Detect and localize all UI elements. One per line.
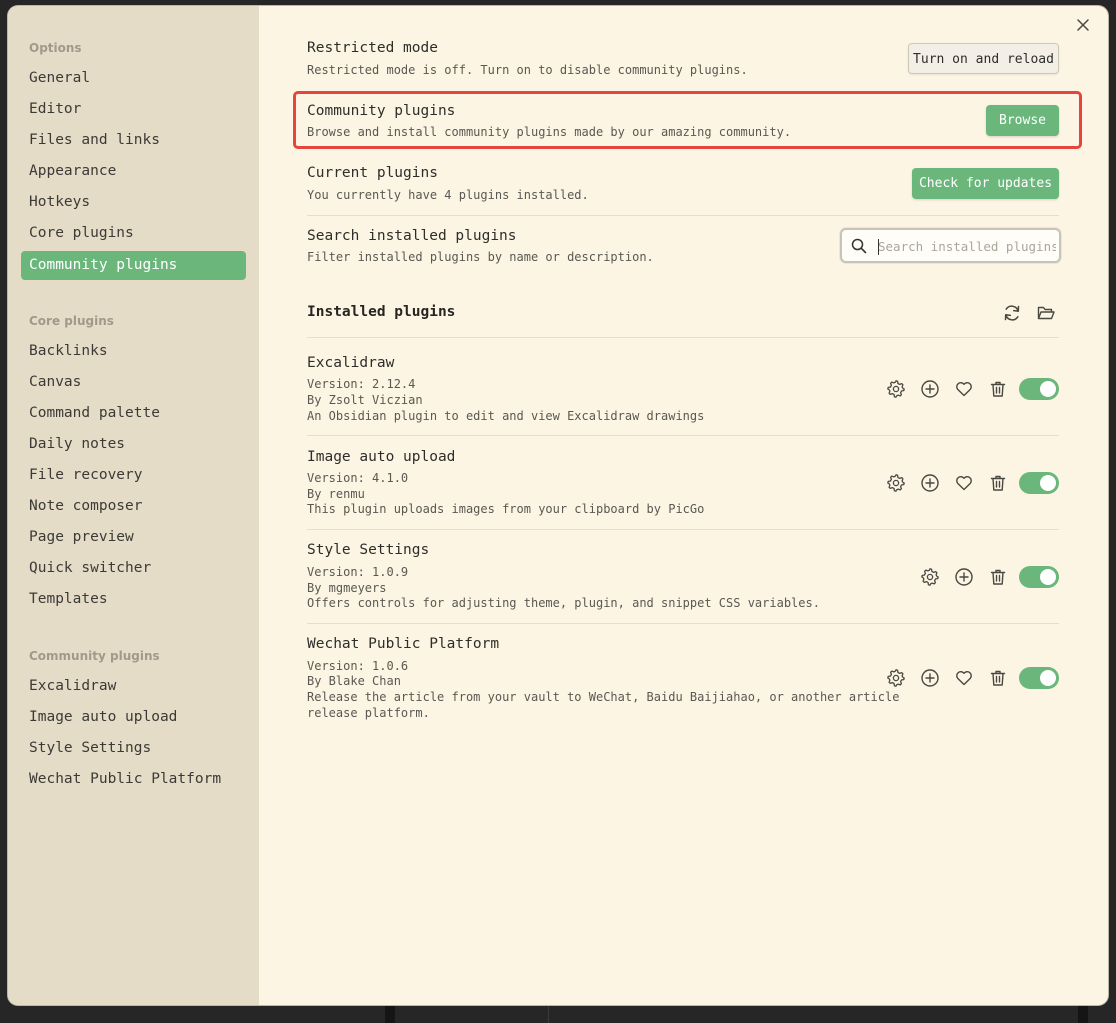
divider [307, 337, 1059, 338]
search-icon [851, 238, 867, 254]
sidebar-item-appearance[interactable]: Appearance [21, 157, 246, 186]
plugin-description: release platform. [307, 706, 430, 720]
plugin-enable-toggle[interactable] [1019, 472, 1059, 494]
sidebar-item-file-recovery[interactable]: File recovery [21, 461, 246, 490]
sidebar-item-quick-switcher[interactable]: Quick switcher [21, 554, 246, 583]
toggle-knob [1040, 569, 1056, 585]
plugin-version: Version: 1.0.9 [307, 565, 409, 579]
plugin-author: By Blake Chan [307, 674, 401, 688]
add-hotkey-icon[interactable] [920, 473, 940, 493]
reload-plugins-icon[interactable] [1002, 303, 1022, 323]
toggle-knob [1040, 475, 1056, 491]
trash-icon[interactable] [988, 379, 1008, 399]
sidebar-heading-options: Options [29, 41, 82, 55]
plugin-author: By mgmeyers [307, 581, 387, 595]
settings-sidebar: Options General Editor Files and links A… [8, 6, 259, 1005]
sidebar-item-general[interactable]: General [21, 64, 246, 93]
sidebar-item-core-plugins[interactable]: Core plugins [21, 219, 246, 248]
settings-gear-icon[interactable] [886, 379, 906, 399]
trash-icon[interactable] [988, 668, 1008, 688]
plugin-author: By renmu [307, 487, 365, 501]
sidebar-item-style-settings[interactable]: Style Settings [21, 734, 246, 763]
community-plugins-highlight [293, 91, 1082, 149]
search-box[interactable] [840, 228, 1061, 263]
settings-content: Restricted mode Restricted mode is off. … [259, 6, 1108, 1005]
settings-gear-icon[interactable] [886, 668, 906, 688]
plugin-description: Release the article from your vault to W… [307, 690, 900, 704]
sidebar-item-community-plugins[interactable]: Community plugins [21, 251, 246, 280]
sidebar-item-canvas[interactable]: Canvas [21, 368, 246, 397]
trash-icon[interactable] [988, 567, 1008, 587]
restricted-mode-desc: Restricted mode is off. Turn on to disab… [307, 63, 748, 77]
plugin-version: Version: 2.12.4 [307, 377, 416, 391]
backdrop-edge [385, 1005, 395, 1023]
plugin-name: Wechat Public Platform [307, 636, 500, 652]
text-caret [878, 239, 879, 255]
sidebar-item-templates[interactable]: Templates [21, 585, 246, 614]
divider [307, 623, 1059, 624]
sidebar-item-editor[interactable]: Editor [21, 95, 246, 124]
trash-icon[interactable] [988, 473, 1008, 493]
sidebar-heading-core-plugins: Core plugins [29, 314, 114, 328]
search-plugins-title: Search installed plugins [307, 228, 517, 244]
sidebar-item-files-and-links[interactable]: Files and links [21, 126, 246, 155]
browse-button[interactable]: Browse [986, 105, 1059, 136]
toggle-knob [1040, 670, 1056, 686]
add-hotkey-icon[interactable] [954, 567, 974, 587]
sidebar-item-daily-notes[interactable]: Daily notes [21, 430, 246, 459]
sidebar-item-note-composer[interactable]: Note composer [21, 492, 246, 521]
heart-icon[interactable] [954, 668, 974, 688]
add-hotkey-icon[interactable] [920, 379, 940, 399]
open-plugins-folder-icon[interactable] [1036, 303, 1056, 323]
installed-plugins-heading: Installed plugins [307, 304, 456, 320]
current-plugins-title: Current plugins [307, 165, 438, 181]
restricted-mode-title: Restricted mode [307, 40, 438, 56]
settings-modal: Options General Editor Files and links A… [8, 6, 1108, 1005]
turn-on-and-reload-button[interactable]: Turn on and reload [908, 43, 1059, 74]
sidebar-item-backlinks[interactable]: Backlinks [21, 337, 246, 366]
community-plugins-desc: Browse and install community plugins mad… [307, 125, 792, 139]
plugin-name: Image auto upload [307, 449, 456, 465]
settings-gear-icon[interactable] [920, 567, 940, 587]
plugin-name: Excalidraw [307, 355, 395, 371]
plugin-enable-toggle[interactable] [1019, 566, 1059, 588]
plugin-author: By Zsolt Viczian [307, 393, 423, 407]
plugin-enable-toggle[interactable] [1019, 667, 1059, 689]
backdrop-edge [1078, 1005, 1088, 1023]
plugin-name: Style Settings [307, 542, 430, 558]
settings-gear-icon[interactable] [886, 473, 906, 493]
add-hotkey-icon[interactable] [920, 668, 940, 688]
heart-icon[interactable] [954, 379, 974, 399]
heart-icon[interactable] [954, 473, 974, 493]
backdrop-divider [548, 1005, 549, 1023]
plugin-version: Version: 4.1.0 [307, 471, 409, 485]
toggle-knob [1040, 381, 1056, 397]
sidebar-item-command-palette[interactable]: Command palette [21, 399, 246, 428]
plugin-description: Offers controls for adjusting theme, plu… [307, 596, 820, 610]
community-plugins-title: Community plugins [307, 103, 456, 119]
sidebar-item-wechat-public-platform[interactable]: Wechat Public Platform [21, 765, 246, 794]
sidebar-item-hotkeys[interactable]: Hotkeys [21, 188, 246, 217]
search-plugins-desc: Filter installed plugins by name or desc… [307, 250, 654, 264]
plugin-version: Version: 1.0.6 [307, 659, 409, 673]
sidebar-item-excalidraw[interactable]: Excalidraw [21, 672, 246, 701]
divider [307, 435, 1059, 436]
sidebar-item-image-auto-upload[interactable]: Image auto upload [21, 703, 246, 732]
divider [307, 215, 1059, 216]
sidebar-item-page-preview[interactable]: Page preview [21, 523, 246, 552]
search-input[interactable] [878, 235, 1056, 257]
current-plugins-desc: You currently have 4 plugins installed. [307, 188, 589, 202]
sidebar-heading-community-plugins: Community plugins [29, 649, 160, 663]
divider [307, 529, 1059, 530]
check-for-updates-button[interactable]: Check for updates [912, 168, 1059, 199]
plugin-enable-toggle[interactable] [1019, 378, 1059, 400]
plugin-description: This plugin uploads images from your cli… [307, 502, 705, 516]
plugin-description: An Obsidian plugin to edit and view Exca… [307, 409, 705, 423]
